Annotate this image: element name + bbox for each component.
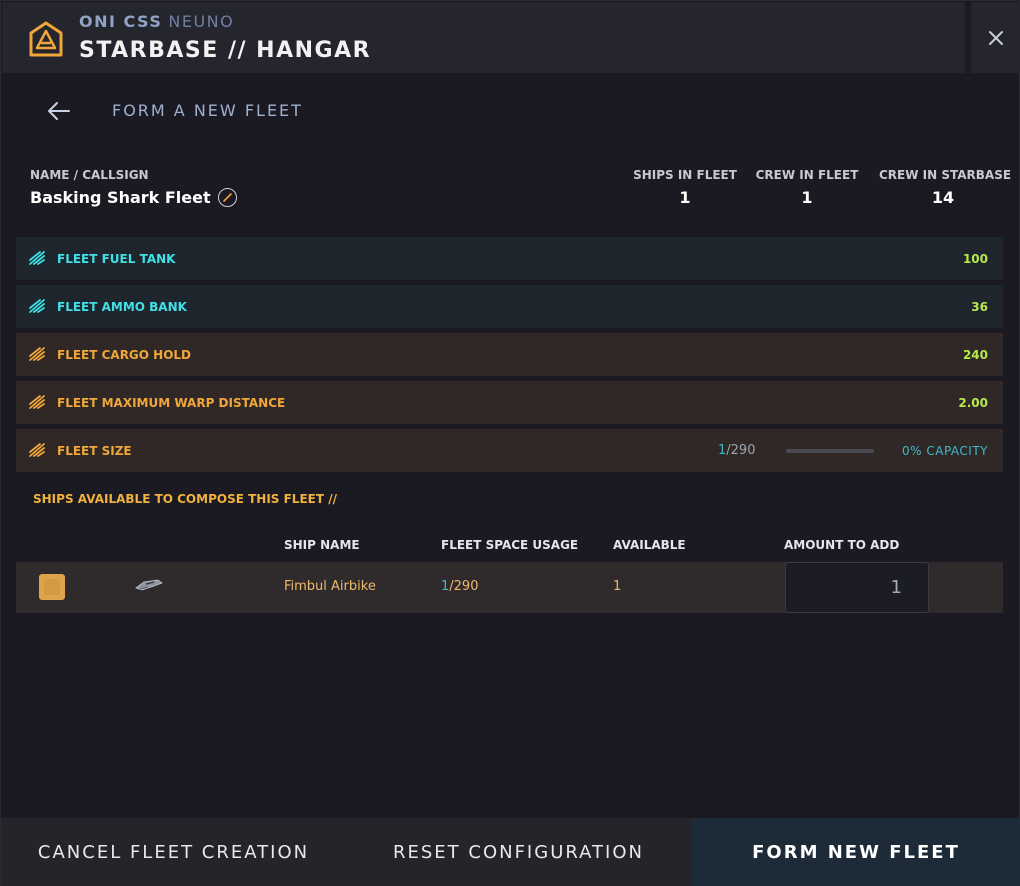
reset-configuration-button[interactable]: RESET CONFIGURATION	[346, 818, 691, 886]
attr-value: 100	[962, 251, 988, 266]
ship-thrust-icon	[29, 347, 45, 361]
attr-max-warp: FLEET MAXIMUM WARP DISTANCE 2.00	[16, 381, 1003, 424]
col-amount-to-add: AMOUNT TO ADD	[784, 538, 900, 552]
pencil-icon[interactable]	[217, 188, 237, 207]
stat-label: SHIPS IN FLEET	[633, 168, 737, 182]
page-title: STARBASE // HANGAR	[79, 38, 372, 63]
ships-section-title: SHIPS AVAILABLE TO COMPOSE THIS FLEET //	[33, 492, 337, 506]
fleet-size-max: /290	[726, 443, 756, 458]
stat-value: 14	[931, 188, 955, 207]
ship-name: Fimbul Airbike	[284, 579, 376, 594]
col-available: AVAILABLE	[613, 538, 686, 552]
fleet-name-text: Basking Shark Fleet	[30, 188, 211, 207]
attr-label: FLEET MAXIMUM WARP DISTANCE	[57, 395, 286, 410]
attr-label: FLEET AMMO BANK	[57, 299, 187, 314]
ship-thrust-icon	[29, 443, 45, 457]
capacity-label: 0% CAPACITY	[902, 443, 988, 458]
stat-crew-in-starbase: CREW IN STARBASE 14	[879, 168, 1012, 207]
fleet-size-count: 1/290	[718, 443, 755, 458]
header-subtitle: ONI CSS NEUNO	[79, 12, 234, 31]
close-button[interactable]	[971, 2, 1020, 73]
stat-crew-in-fleet: CREW IN FLEET 1	[755, 168, 859, 207]
cancel-fleet-creation-button[interactable]: CANCEL FLEET CREATION	[1, 818, 346, 886]
ship-thrust-icon	[29, 395, 45, 409]
attr-value: 240	[962, 347, 988, 362]
stat-label: CREW IN STARBASE	[879, 168, 1012, 182]
attr-label: FLEET CARGO HOLD	[57, 347, 192, 362]
header-org: ONI CSS	[79, 12, 163, 31]
attr-label: FLEET SIZE	[57, 443, 132, 458]
col-ship-name: SHIP NAME	[284, 538, 360, 552]
ship-thrust-icon	[29, 251, 45, 265]
header-person: NEUNO	[168, 12, 235, 31]
stat-value: 1	[679, 188, 691, 207]
attr-ammo-bank: FLEET AMMO BANK 36	[16, 285, 1003, 328]
starbase-logo-icon	[29, 21, 63, 57]
form-title: FORM A NEW FLEET	[112, 101, 303, 120]
table-row[interactable]: Fimbul Airbike 1/290 1	[16, 562, 1003, 613]
amount-to-add-input[interactable]	[785, 562, 929, 613]
stat-label: CREW IN FLEET	[755, 168, 859, 182]
ship-thrust-icon	[29, 299, 45, 313]
ship-select-checkbox[interactable]	[39, 574, 65, 600]
form-new-fleet-button[interactable]: FORM NEW FLEET	[691, 818, 1020, 886]
attr-label: FLEET FUEL TANK	[57, 251, 176, 266]
arrow-left-icon[interactable]	[45, 97, 73, 125]
attr-fleet-size: FLEET SIZE 1/290 0% CAPACITY	[16, 429, 1003, 472]
col-fleet-space-usage: FLEET SPACE USAGE	[441, 538, 579, 552]
name-label: NAME / CALLSIGN	[30, 168, 149, 182]
ship-usage-max: /290	[449, 579, 479, 594]
stat-value: 1	[801, 188, 813, 207]
attr-cargo-hold: FLEET CARGO HOLD 240	[16, 333, 1003, 376]
stat-ships-in-fleet: SHIPS IN FLEET 1	[633, 168, 737, 207]
ship-thumbnail-icon	[135, 579, 163, 591]
attr-fuel-tank: FLEET FUEL TANK 100	[16, 237, 1003, 280]
ship-available: 1	[613, 579, 622, 594]
window-header: ONI CSS NEUNO STARBASE // HANGAR	[2, 2, 965, 73]
hangar-window: ONI CSS NEUNO STARBASE // HANGAR FORM A N…	[0, 0, 1020, 886]
fleet-name: Basking Shark Fleet	[30, 188, 237, 207]
ship-space-usage: 1/290	[441, 579, 478, 594]
attr-value: 36	[971, 299, 988, 314]
attr-value: 2.00	[958, 395, 988, 410]
capacity-bar	[786, 449, 874, 453]
close-icon	[988, 30, 1003, 45]
